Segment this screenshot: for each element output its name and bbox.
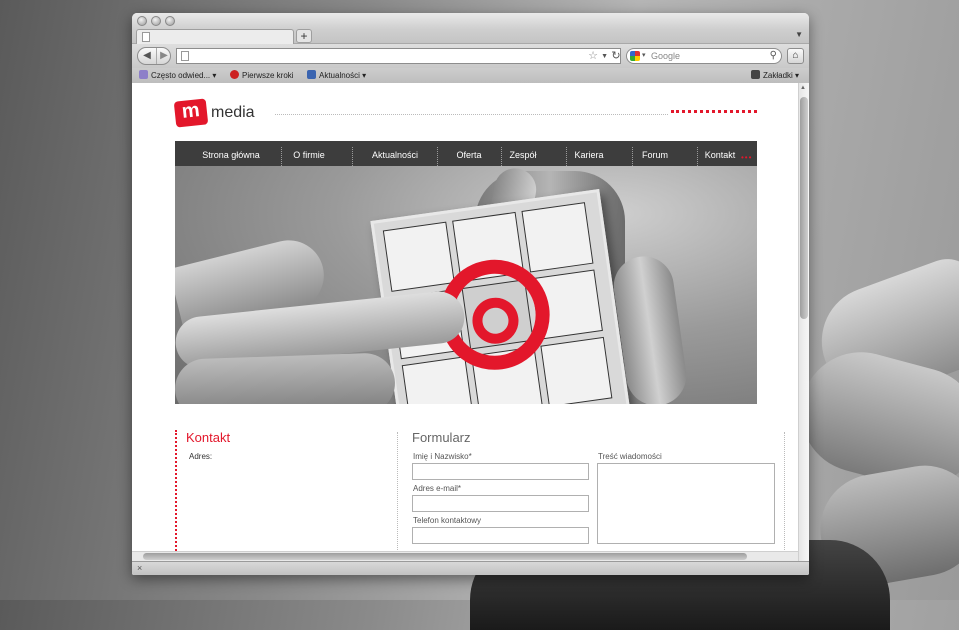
bookmark-news[interactable]: Aktualności ▾ — [307, 70, 366, 81]
firefox-icon — [230, 70, 239, 79]
bookmark-getting-started[interactable]: Pierwsze kroki — [230, 70, 294, 81]
page-icon — [142, 32, 150, 42]
menu-item-offer[interactable]: Oferta — [439, 141, 499, 166]
browser-tab[interactable] — [136, 29, 294, 44]
rss-icon — [307, 70, 316, 79]
tab-bar: + ▼ — [132, 29, 809, 44]
menu-item-career[interactable]: Kariera — [568, 141, 610, 166]
horizontal-scrollbar[interactable] — [132, 551, 798, 561]
url-bar[interactable]: ☆ ▼ — [176, 48, 621, 64]
column-divider — [784, 432, 785, 561]
menu-item-news[interactable]: Aktualności — [355, 141, 435, 166]
back-button[interactable]: ◀ — [138, 48, 157, 64]
new-tab-button[interactable]: + — [296, 29, 312, 43]
minimize-window-button[interactable] — [151, 16, 161, 26]
menu-item-team[interactable]: Zespół — [503, 141, 543, 166]
form-title: Formularz — [412, 430, 471, 445]
navigation-toolbar: ◀ ▶ ☆ ▼ ↻ ▾ Google ⚲ ⌂ — [132, 44, 809, 68]
search-icon[interactable]: ⚲ — [770, 49, 777, 63]
finger-illustration — [175, 352, 396, 404]
reload-icon[interactable]: ↻ — [609, 48, 623, 64]
main-menu: Strona główna O firmie Aktualności Ofert… — [175, 141, 757, 166]
page-icon — [181, 51, 189, 61]
folder-icon — [139, 70, 148, 79]
search-box[interactable]: ▾ Google ⚲ — [626, 48, 782, 64]
menu-item-contact[interactable]: Kontakt — [700, 141, 740, 166]
hero-image — [175, 166, 757, 404]
phone-label: Telefon kontaktowy — [413, 516, 482, 525]
menu-item-home[interactable]: Strona główna — [183, 141, 279, 166]
menu-separator — [697, 147, 698, 166]
status-bar: × — [132, 561, 809, 575]
site-logo[interactable]: m — [173, 98, 209, 128]
scroll-up-icon[interactable]: ▲ — [800, 85, 806, 91]
email-label: Adres e-mail* — [413, 484, 462, 493]
close-icon[interactable]: × — [137, 562, 142, 574]
search-engine-dropdown-icon[interactable]: ▾ — [642, 50, 646, 62]
menu-item-about[interactable]: O firmie — [283, 141, 335, 166]
tab-list-icon[interactable]: ▼ — [795, 30, 803, 39]
google-icon[interactable] — [630, 51, 640, 61]
zoom-window-button[interactable] — [165, 16, 175, 26]
page-viewport: m media Strona główna O firmie Aktualnoś… — [132, 83, 798, 561]
contact-title: Kontakt — [186, 430, 231, 445]
browser-window: + ▼ ◀ ▶ ☆ ▼ ↻ ▾ Google ⚲ ⌂ Często odwied… — [132, 13, 809, 575]
back-forward-group: ◀ ▶ — [137, 47, 171, 65]
email-input[interactable] — [412, 495, 589, 512]
address-label: Adres: — [189, 452, 213, 461]
menu-separator — [501, 147, 502, 166]
column-divider — [397, 432, 398, 561]
menu-item-forum[interactable]: Forum — [635, 141, 675, 166]
bookmark-star-icon[interactable]: ☆ — [588, 49, 598, 63]
search-placeholder: Google — [651, 51, 681, 61]
title-bar — [132, 13, 809, 29]
site-logo-text[interactable]: media — [211, 104, 255, 122]
header-dotted-line — [275, 114, 668, 115]
contact-column-border — [175, 430, 177, 561]
name-label: Imię i Nazwisko* — [413, 452, 472, 461]
horizontal-scroll-thumb[interactable] — [143, 553, 747, 560]
history-dropdown-icon[interactable]: ▼ — [601, 50, 608, 64]
bookmarks-icon — [751, 70, 760, 79]
bookmark-most-visited[interactable]: Często odwied... ▾ — [139, 70, 216, 81]
header-red-dots — [671, 110, 757, 113]
active-menu-dots: ••• — [741, 153, 753, 162]
forward-button[interactable]: ▶ — [157, 48, 171, 64]
bookmarks-toolbar: Często odwied... ▾ Pierwsze kroki Aktual… — [132, 68, 809, 84]
vertical-scroll-thumb[interactable] — [800, 97, 808, 319]
menu-separator — [437, 147, 438, 166]
menu-separator — [281, 147, 282, 166]
vertical-scrollbar[interactable]: ▲ — [798, 83, 809, 561]
menu-separator — [632, 147, 633, 166]
message-label: Treść wiadomości — [598, 452, 662, 461]
name-input[interactable] — [412, 463, 589, 480]
home-button[interactable]: ⌂ — [787, 48, 804, 64]
bookmarks-menu[interactable]: Zakładki ▾ — [751, 70, 799, 81]
menu-separator — [352, 147, 353, 166]
close-window-button[interactable] — [137, 16, 147, 26]
phone-input[interactable] — [412, 527, 589, 544]
menu-separator — [566, 147, 567, 166]
message-textarea[interactable] — [597, 463, 775, 544]
